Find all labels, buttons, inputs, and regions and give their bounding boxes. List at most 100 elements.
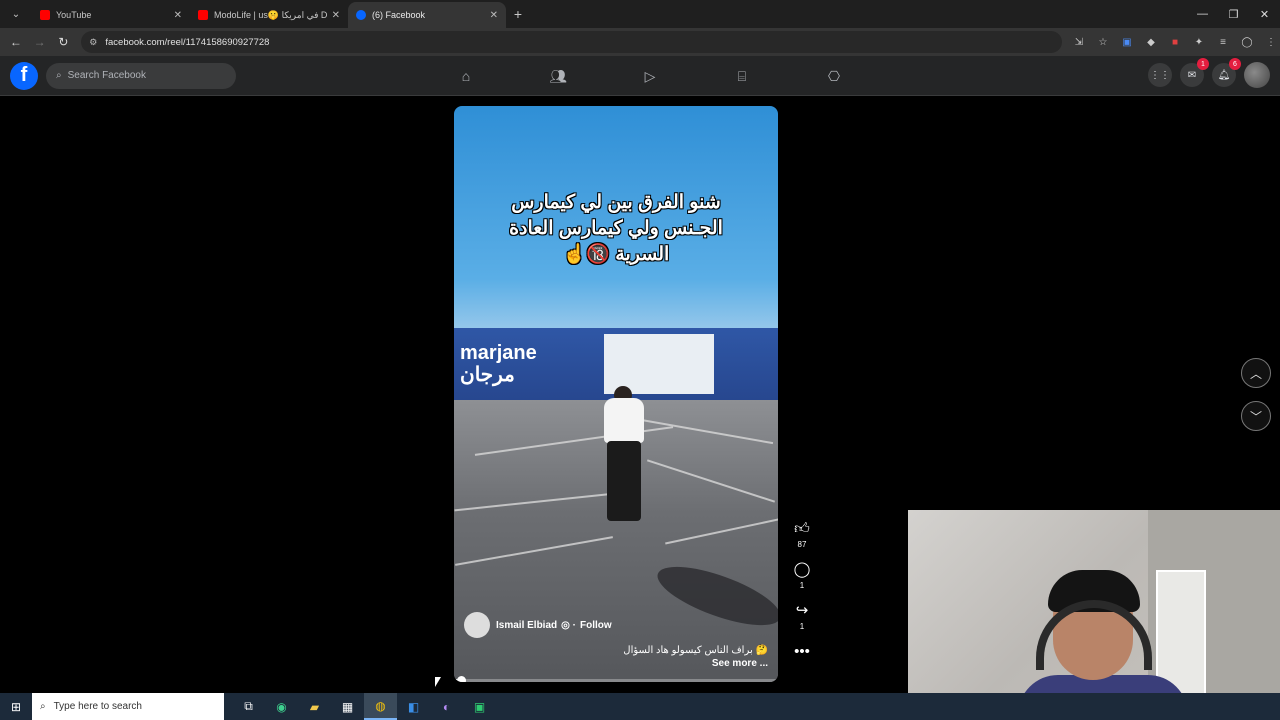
- search-icon: ⌕: [56, 70, 62, 81]
- tab-title: (6) Facebook: [372, 10, 426, 20]
- close-icon[interactable]: ✕: [490, 10, 498, 21]
- main-nav: ⌂ 👥︎ ▷ ⌸ ⎔: [420, 56, 880, 96]
- media-controls-icon[interactable]: ≡: [1214, 33, 1232, 51]
- profile-icon[interactable]: ◯: [1238, 33, 1256, 51]
- webcam-overlay: [908, 510, 1280, 720]
- extension-icon[interactable]: ◆: [1142, 33, 1160, 51]
- more-dots-icon: •••: [794, 643, 810, 660]
- extensions-puzzle-icon[interactable]: ✦: [1190, 33, 1208, 51]
- tab-youtube[interactable]: YouTube ✕: [32, 2, 190, 28]
- reel-author: Ismail Elbiad ◎ · Follow: [464, 612, 612, 638]
- share-icon: ↪: [795, 602, 809, 619]
- edge-icon[interactable]: ◉: [265, 693, 298, 720]
- reel-overlay-text: شنو الفرق بين لي كيمارس الجـنس ولي كيمار…: [509, 192, 723, 265]
- menu-kebab-icon[interactable]: ⋮: [1262, 33, 1280, 51]
- profile-avatar[interactable]: [1244, 62, 1270, 88]
- taskbar-search-input[interactable]: ⌕ Type here to search: [32, 693, 224, 720]
- next-reel-button[interactable]: ﹀: [1241, 401, 1271, 431]
- green-app-icon[interactable]: ▣: [463, 693, 496, 720]
- facebook-icon: [356, 10, 366, 20]
- tab-title: YouTube: [56, 10, 92, 20]
- task-view-icon[interactable]: ⧉: [232, 693, 265, 720]
- store-icon[interactable]: ▦: [331, 693, 364, 720]
- youtube-icon: [40, 10, 50, 20]
- search-icon: ⌕: [40, 701, 46, 712]
- translate-extension-icon[interactable]: ▣: [1118, 33, 1136, 51]
- walking-person: [599, 386, 649, 546]
- caption-text: 🤔 براف الناس كيسولو هاد السؤال: [623, 645, 768, 656]
- notifications-bell-icon[interactable]: 🔔︎ 6: [1212, 58, 1241, 87]
- thumbs-up-icon: 👍︎: [794, 520, 810, 537]
- messenger-badge: 1: [1197, 58, 1209, 70]
- chat-app-icon[interactable]: ◐: [430, 693, 463, 720]
- taskbar-search-placeholder: Type here to search: [53, 701, 142, 712]
- verified-icon: ◎ ·: [561, 619, 576, 631]
- reel-actions: 👍︎ 87 ◯ 1 ↪ 1 •••: [790, 520, 814, 673]
- friends-icon[interactable]: 👥︎: [512, 56, 604, 96]
- video-icon[interactable]: ▷: [604, 56, 696, 96]
- close-icon[interactable]: ✕: [174, 10, 182, 21]
- facebook-header: f ⌕ Search Facebook ⌂ 👥︎ ▷ ⌸ ⎔ ⋮⋮ ✉ 1 🔔︎…: [0, 56, 1280, 96]
- previous-reel-button[interactable]: ︿: [1241, 358, 1271, 388]
- address-bar[interactable]: ⚙ facebook.com/reel/1174158690927728: [81, 31, 1062, 53]
- comment-icon: ◯: [793, 561, 811, 578]
- see-more-link[interactable]: See more ...: [623, 657, 768, 670]
- restore-icon[interactable]: ❐: [1218, 0, 1249, 28]
- store-building-white: [604, 334, 714, 394]
- notifications-badge: 6: [1229, 58, 1241, 70]
- chrome-icon[interactable]: ◍: [364, 693, 397, 720]
- bookmark-star-icon[interactable]: ☆: [1094, 33, 1112, 51]
- comment-button[interactable]: ◯ 1: [794, 561, 811, 590]
- share-button[interactable]: ↪ 1: [796, 602, 809, 631]
- back-button[interactable]: ←: [4, 30, 28, 54]
- chevron-up-icon: ︿: [1249, 366, 1262, 381]
- like-button[interactable]: 👍︎ 87: [794, 520, 810, 549]
- browser-toolbar: ← → ↻ ⚙ facebook.com/reel/11741586909277…: [0, 28, 1280, 56]
- taskbar-apps: ⧉ ◉ ▰ ▦ ◍ ◧ ◐ ▣: [232, 693, 496, 720]
- reload-button[interactable]: ↻: [52, 30, 76, 54]
- tab-facebook[interactable]: (6) Facebook ✕: [348, 2, 506, 28]
- windows-start-icon[interactable]: ⊞: [0, 693, 32, 720]
- tab-modolife[interactable]: ModoLife | us🤫 في امريكا DEP ✕: [190, 2, 348, 28]
- close-icon[interactable]: ✕: [332, 10, 340, 21]
- facebook-search-input[interactable]: ⌕ Search Facebook: [46, 62, 236, 89]
- follow-button[interactable]: Follow: [580, 620, 612, 631]
- account-controls: ⋮⋮ ✉ 1 🔔︎ 6: [1148, 58, 1270, 88]
- menu-grid-icon[interactable]: ⋮⋮: [1148, 63, 1172, 87]
- like-count: 87: [797, 540, 807, 549]
- install-app-icon[interactable]: ⇲: [1070, 33, 1088, 51]
- store-sign: marjane مرجان: [460, 342, 537, 386]
- url-text: facebook.com/reel/1174158690927728: [105, 36, 270, 48]
- reel-progress-bar[interactable]: [454, 676, 778, 682]
- share-count: 1: [799, 622, 805, 631]
- chevron-down-icon: ﹀: [1249, 409, 1262, 424]
- forward-button[interactable]: →: [28, 30, 52, 54]
- reel-video[interactable]: marjane مرجان شنو الفرق بين لي كيمارس ال…: [454, 106, 778, 682]
- minimize-icon[interactable]: —: [1187, 0, 1218, 28]
- windows-taskbar: ⊞ ⌕ Type here to search ⧉ ◉ ▰ ▦ ◍ ◧ ◐ ▣: [0, 693, 1280, 720]
- close-window-icon[interactable]: ✕: [1249, 0, 1280, 28]
- youtube-icon: [198, 10, 208, 20]
- tab-search-chevron-icon[interactable]: ⌄: [4, 2, 28, 26]
- tab-title: ModoLife | us🤫 في امريكا DEP: [214, 9, 328, 20]
- progress-knob[interactable]: [457, 676, 467, 682]
- new-tab-button[interactable]: +: [506, 2, 530, 26]
- comment-count: 1: [799, 581, 805, 590]
- gaming-icon[interactable]: ⎔: [788, 56, 880, 96]
- browser-tab-strip: ⌄ YouTube ✕ ModoLife | us🤫 في امريكا DEP…: [0, 0, 1280, 28]
- site-info-icon[interactable]: ⚙: [89, 37, 97, 48]
- marketplace-icon[interactable]: ⌸: [696, 56, 788, 96]
- search-placeholder: Search Facebook: [67, 70, 146, 81]
- window-controls: — ❐ ✕: [1187, 0, 1280, 28]
- file-explorer-icon[interactable]: ▰: [298, 693, 331, 720]
- outlook-icon[interactable]: ◧: [397, 693, 430, 720]
- facebook-logo-icon[interactable]: f: [10, 61, 38, 90]
- extension-red-icon[interactable]: ■: [1166, 33, 1184, 51]
- author-name[interactable]: Ismail Elbiad: [496, 620, 557, 631]
- extensions-area: ⇲ ☆ ▣ ◆ ■ ✦ ≡ ◯ ⋮: [1070, 33, 1280, 51]
- more-options-button[interactable]: •••: [794, 643, 810, 661]
- mouse-cursor-icon: [435, 677, 441, 687]
- author-avatar[interactable]: [464, 612, 490, 638]
- home-icon[interactable]: ⌂: [420, 56, 512, 96]
- messenger-icon[interactable]: ✉ 1: [1180, 58, 1209, 87]
